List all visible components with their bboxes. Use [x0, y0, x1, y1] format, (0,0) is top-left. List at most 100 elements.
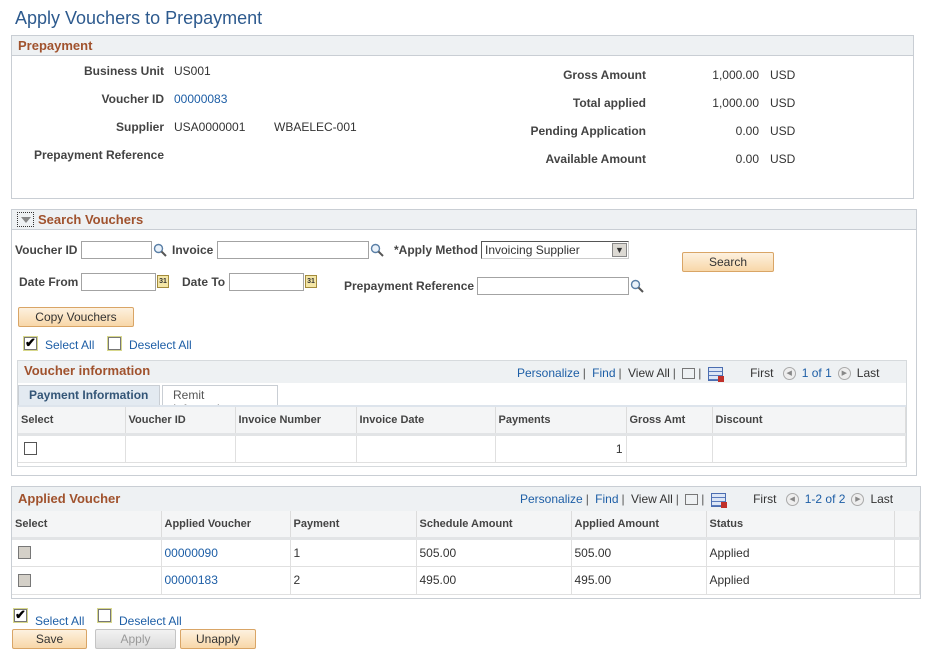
next-icon[interactable]: ▶	[851, 493, 865, 507]
footer-deselect-all-checkbox[interactable]	[98, 609, 111, 622]
collapse-toggle-icon[interactable]	[17, 212, 34, 227]
date-from-calendar-icon[interactable]: 31	[157, 275, 169, 288]
voucher-last-label: Last	[856, 366, 880, 380]
unapply-button[interactable]: Unapply	[180, 629, 256, 649]
voucher-view-all-link[interactable]: View All	[628, 366, 670, 380]
col-applied-voucher: Applied Voucher	[161, 511, 291, 540]
supplier-id: USA0000001	[174, 120, 246, 134]
select-all-checkbox[interactable]: ✔	[24, 335, 37, 350]
chevron-down-icon: ▼	[612, 243, 627, 257]
applied-first-label: First	[753, 492, 777, 506]
date-to-input[interactable]	[229, 273, 304, 291]
supplier-short-name: WBAELEC-001	[274, 120, 357, 134]
pending-application-label: Pending Application	[530, 124, 646, 138]
cell-status: Applied	[706, 538, 895, 567]
col-discount: Discount	[712, 407, 906, 436]
cell-voucher-id	[125, 434, 236, 463]
total-applied-label: Total applied	[572, 96, 646, 110]
cell-invoice-date	[356, 434, 496, 463]
available-amount-label: Available Amount	[545, 152, 646, 166]
applied-find-link[interactable]: Find	[595, 492, 618, 506]
cell-status: Applied	[706, 566, 895, 595]
available-amount-currency: USD	[770, 152, 796, 166]
checkmark-icon: ✔	[15, 607, 26, 622]
col-invoice-date: Invoice Date	[356, 407, 496, 436]
date-from-input[interactable]	[81, 273, 156, 291]
tab-remit-information[interactable]: Remit Information	[162, 385, 278, 416]
search-invoice-label: Invoice	[172, 243, 214, 257]
cell-schedule-amount: 495.00	[416, 566, 572, 595]
applied-voucher-link[interactable]: 00000183	[161, 566, 291, 595]
pending-application-value: 0.00	[735, 124, 759, 138]
applied-view-all-link[interactable]: View All	[631, 492, 673, 506]
apply-method-value: Invoicing Supplier	[485, 243, 580, 257]
row-select-checkbox[interactable]	[18, 573, 31, 587]
col-payments: Payments	[495, 407, 627, 436]
col-schedule-amount: Schedule Amount	[416, 511, 572, 540]
save-button[interactable]: Save	[12, 629, 87, 649]
col-applied-amount: Applied Amount	[571, 511, 707, 540]
new-window-icon[interactable]	[682, 368, 696, 380]
row-select-checkbox[interactable]	[24, 442, 37, 455]
search-prepayment-reference-label: Prepayment Reference	[344, 279, 475, 293]
voucher-page-range: 1 of 1	[801, 366, 832, 380]
applied-last-label: Last	[870, 492, 894, 506]
apply-method-select[interactable]: Invoicing Supplier ▼	[481, 241, 629, 259]
voucher-grid-nav: Personalize | Find | View All | | First ◀ 1 …	[517, 366, 880, 382]
voucher-personalize-link[interactable]: Personalize	[517, 366, 580, 380]
applied-voucher-link[interactable]: 00000090	[161, 538, 291, 567]
voucher-find-link[interactable]: Find	[592, 366, 615, 380]
voucher-id-link[interactable]: 00000083	[174, 92, 227, 106]
search-voucher-id-input[interactable]	[81, 241, 152, 259]
business-unit-label: Business Unit	[83, 64, 164, 78]
col-gross-amt: Gross Amt	[626, 407, 713, 436]
new-window-icon[interactable]	[685, 494, 699, 506]
footer-select-all-link[interactable]: Select All	[35, 614, 84, 628]
applied-table-header: Select Applied Voucher Payment Schedule …	[12, 511, 920, 540]
next-icon[interactable]: ▶	[837, 367, 851, 381]
download-grid-icon[interactable]	[710, 492, 727, 508]
search-button[interactable]: Search	[682, 252, 774, 272]
prepayment-reference-lookup-icon[interactable]	[630, 279, 644, 293]
apply-method-label: *Apply Method	[394, 243, 478, 257]
row-select-checkbox[interactable]	[18, 546, 31, 559]
col-voucher-id: Voucher ID	[125, 407, 236, 436]
prepayment-reference-label: Prepayment Reference	[33, 148, 164, 162]
cell-applied-amount: 495.00	[571, 566, 707, 595]
select-all-link[interactable]: Select All	[45, 338, 94, 352]
gross-amount-label: Gross Amount	[563, 68, 646, 82]
page-title: Apply Vouchers to Prepayment	[15, 8, 263, 28]
tab-payment-information[interactable]: Payment Information	[18, 385, 160, 405]
supplier-label: Supplier	[115, 120, 164, 134]
col-select: Select	[12, 511, 162, 540]
search-invoice-input[interactable]	[217, 241, 369, 259]
col-payment: Payment	[290, 511, 417, 540]
applied-page-range: 1-2 of 2	[804, 492, 846, 506]
col-select: Select	[18, 407, 126, 436]
voucher-id-lookup-icon[interactable]	[153, 243, 167, 257]
voucher-table: Select Voucher ID Invoice Number Invoice…	[18, 407, 906, 463]
table-row: 00000090 1 505.00 505.00 Applied	[12, 538, 920, 567]
search-prepayment-reference-input[interactable]	[477, 277, 629, 295]
table-row: 1	[18, 434, 906, 463]
previous-icon[interactable]: ◀	[785, 493, 799, 507]
table-row: 00000183 2 495.00 495.00 Applied	[12, 566, 920, 595]
applied-personalize-link[interactable]: Personalize	[520, 492, 583, 506]
cell-applied-amount: 505.00	[571, 538, 707, 567]
deselect-all-link[interactable]: Deselect All	[129, 338, 192, 352]
download-grid-icon[interactable]	[707, 366, 724, 382]
cell-discount	[712, 434, 906, 463]
invoice-lookup-icon[interactable]	[370, 243, 384, 257]
total-applied-currency: USD	[770, 96, 796, 110]
footer-deselect-all-link[interactable]: Deselect All	[119, 614, 182, 628]
cell-payments: 1	[495, 434, 627, 463]
previous-icon[interactable]: ◀	[782, 367, 796, 381]
footer-select-all-checkbox[interactable]: ✔	[14, 607, 27, 622]
search-vouchers-header: Search Vouchers	[12, 210, 916, 230]
total-applied-value: 1,000.00	[712, 96, 759, 110]
col-invoice-number: Invoice Number	[235, 407, 357, 436]
copy-vouchers-button[interactable]: Copy Vouchers	[18, 307, 134, 327]
deselect-all-checkbox[interactable]	[108, 337, 121, 350]
date-to-calendar-icon[interactable]: 31	[305, 275, 317, 288]
voucher-id-label: Voucher ID	[101, 92, 164, 106]
